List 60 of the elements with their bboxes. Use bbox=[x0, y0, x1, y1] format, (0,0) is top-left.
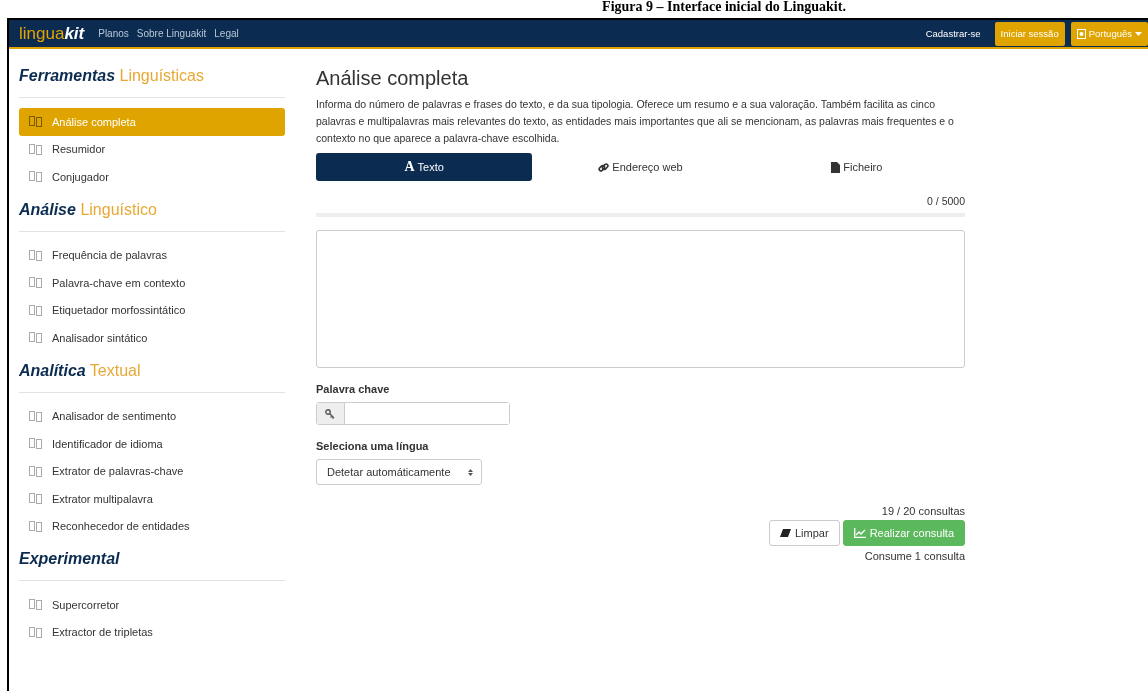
font-icon: A bbox=[404, 159, 415, 175]
clear-button[interactable]: Limpar bbox=[769, 520, 840, 546]
signup-link[interactable]: Cadastrar-se bbox=[925, 28, 981, 39]
flag-icon bbox=[1076, 28, 1086, 39]
sidebar-item[interactable]: Extrator de palavras-chave bbox=[19, 457, 285, 485]
documents-icon bbox=[29, 599, 43, 611]
sidebar-item[interactable]: Analisador sintático bbox=[19, 324, 285, 352]
documents-icon bbox=[29, 520, 43, 532]
caret-icon bbox=[1135, 31, 1142, 36]
keyword-field[interactable] bbox=[316, 402, 510, 425]
link-icon bbox=[598, 161, 610, 173]
sidebar-item[interactable]: Analisador de sentimento bbox=[19, 402, 285, 430]
section-heading: Análise Linguístico bbox=[19, 200, 158, 220]
documents-icon bbox=[29, 277, 43, 289]
documents-icon bbox=[29, 143, 43, 155]
description: Informa do número de palavras e frases do texto, e da sua tipologia. Oferece um resumo e a sua valoração. Também facilita as cinco palavras e multipalavras mais relevantes do texto, as entidades mais importantes que ali se mencionam, as palavras mais frequentes e o contexto no que aparece a palavra-chave escolhida. bbox=[316, 97, 955, 146]
file-icon bbox=[831, 161, 841, 173]
documents-icon bbox=[29, 332, 43, 344]
sidebar-item[interactable]: Reconhecedor de entidades bbox=[19, 512, 285, 540]
field-label: Seleciona uma língua bbox=[316, 440, 430, 452]
documents-icon bbox=[29, 438, 43, 450]
documents-icon bbox=[29, 249, 43, 261]
documents-icon bbox=[29, 410, 43, 422]
sidebar-item[interactable]: Extrator multipalavra bbox=[19, 485, 285, 513]
documents-icon bbox=[29, 465, 43, 477]
nav-link[interactable]: Legal bbox=[214, 28, 239, 39]
input-tab[interactable]: Endereço web bbox=[532, 153, 749, 181]
sidebar-item[interactable]: Conjugador bbox=[19, 163, 285, 191]
figure-caption: Figura 9 – Interface inicial do Linguakit. bbox=[601, 0, 847, 16]
sidebar-item[interactable]: Supercorretor bbox=[19, 591, 285, 619]
cost-text: Consume 1 consulta bbox=[864, 550, 965, 562]
sidebar-item[interactable]: Etiquetador morfossintático bbox=[19, 296, 285, 324]
section-heading: Analítica Textual bbox=[19, 361, 142, 381]
line-chart-icon bbox=[853, 528, 866, 538]
logo[interactable]: linguakit bbox=[19, 23, 85, 44]
sidebar-item[interactable]: Frequência de palavras bbox=[19, 241, 285, 269]
nav-link[interactable]: Sobre Linguakit bbox=[136, 28, 207, 39]
input-tab[interactable]: A Texto bbox=[316, 153, 533, 181]
documents-icon bbox=[29, 493, 43, 505]
documents-icon bbox=[29, 171, 43, 183]
quota-text: 19 / 20 consultas bbox=[881, 505, 965, 517]
field-label: Palavra chave bbox=[316, 383, 391, 395]
page-title: Análise completa bbox=[316, 67, 470, 90]
nav-link[interactable]: Planos bbox=[98, 28, 129, 39]
eraser-icon bbox=[780, 529, 791, 537]
section-heading: Experimental bbox=[19, 550, 121, 569]
documents-icon bbox=[29, 304, 43, 316]
section-heading: Ferramentas Linguísticas bbox=[19, 67, 205, 86]
sidebar-item[interactable]: Palavra-chave em contexto bbox=[19, 269, 285, 297]
sidebar-item[interactable]: Identificador de idioma bbox=[19, 430, 285, 458]
sidebar-item[interactable]: Extractor de tripletas bbox=[19, 618, 285, 646]
character-counter: 0 / 5000 bbox=[926, 195, 965, 207]
key-icon bbox=[325, 408, 336, 419]
input-tab[interactable]: Ficheiro bbox=[748, 153, 965, 181]
documents-icon bbox=[29, 116, 43, 128]
language-select[interactable]: Detetar automáticamente bbox=[316, 459, 482, 485]
text-input-area[interactable] bbox=[316, 230, 965, 368]
sort-icon bbox=[468, 468, 473, 476]
documents-icon bbox=[29, 626, 43, 638]
sidebar-item[interactable]: Resumidor bbox=[19, 135, 285, 163]
